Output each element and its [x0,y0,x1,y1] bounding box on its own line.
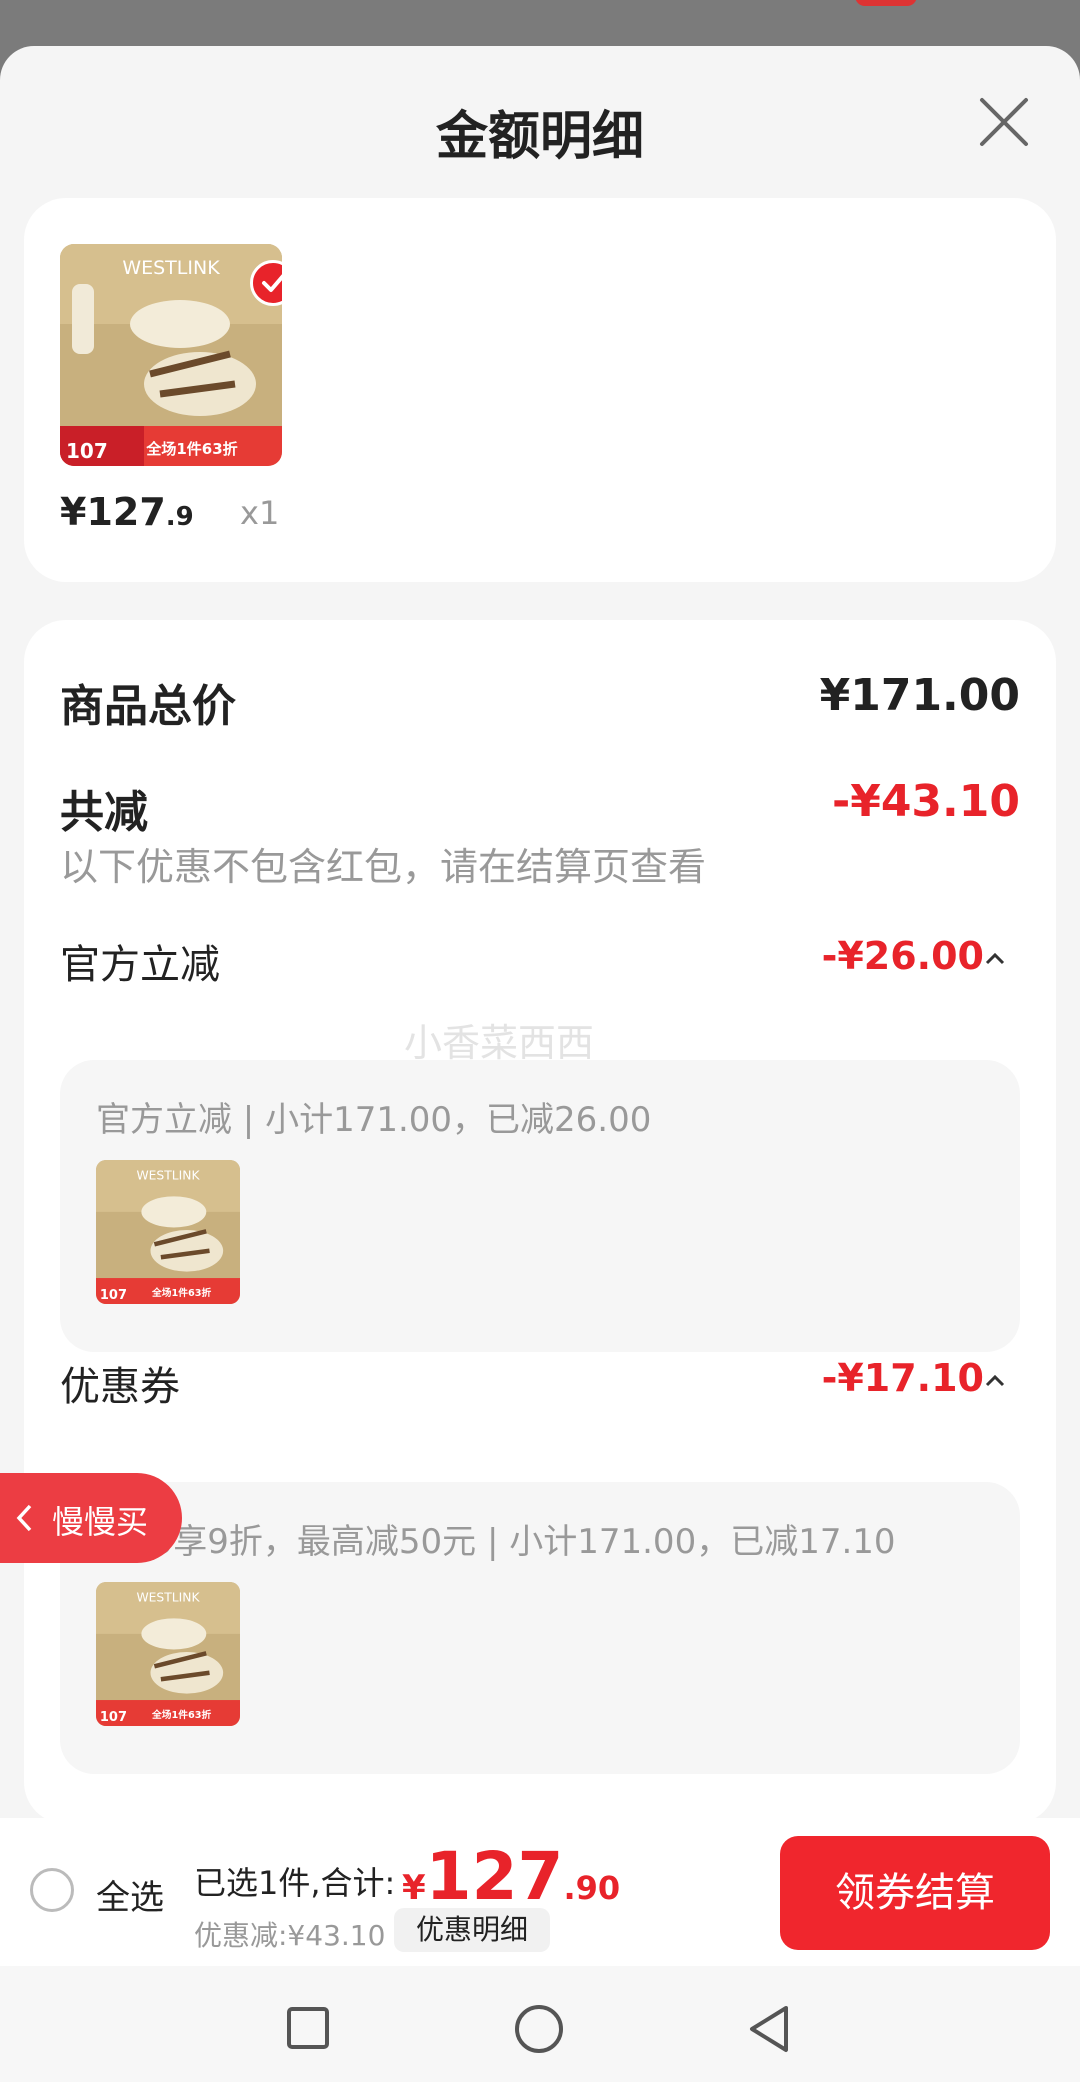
close-icon[interactable] [978,96,1030,148]
watermark: 小香菜西西 [404,1021,595,1065]
checkout-bar: 全选 已选1件,合计: ¥127.90 优惠减:¥43.10 优惠明细 领券结算 [0,1818,1080,1966]
product-promo: 全场1件63折 [151,1286,211,1299]
product-quantity: x1 [240,494,280,532]
system-nav-bar [0,1966,1080,2082]
coupon-product-thumbnail: WESTLINK 107 全场1件63折 [96,1582,240,1726]
official-product-thumbnail: WESTLINK 107 全场1件63折 [96,1160,240,1304]
slow-buy-tag[interactable]: 慢慢买 [0,1473,182,1563]
discount-summary: 优惠减:¥43.10 [194,1919,386,1952]
chevron-left-icon [16,1504,32,1532]
discount-note: 以下优惠不包含红包，请在结算页查看 [60,845,707,889]
selected-count: 已选1件,合计: [194,1864,396,1902]
discount-detail-button[interactable]: 优惠明细 [394,1908,550,1952]
official-reduction-label: 官方立减 [60,942,220,988]
total-price-value: ¥171.00 [819,670,1020,721]
total-price-label: 商品总价 [60,681,236,732]
coupon-label: 优惠券 [60,1364,180,1410]
app-indicator [855,0,917,6]
product-thumbnail[interactable]: WESTLINK 107 全场1件63折 [60,244,282,466]
total-amount: ¥127.90 [402,1838,621,1915]
selected-check-icon[interactable] [250,260,282,306]
sheet-title: 金额明细 [435,107,644,167]
back-icon[interactable] [746,2004,792,2054]
slow-buy-label: 慢慢买 [52,1503,149,1541]
product-brand: WESTLINK [122,257,220,279]
coupon-text: 满50享9折，最高减50元 | 小计171.00，已减17.10 [96,1522,896,1562]
checkout-button[interactable]: 领券结算 [780,1836,1050,1950]
product-badge-price: 107 [66,439,108,463]
discount-label: 共减 [60,787,148,838]
select-all-label[interactable]: 全选 [96,1870,164,1919]
coupon-value[interactable]: -¥17.10 [822,1356,984,1400]
product-promo: 全场1件63折 [145,440,237,458]
product-image: WESTLINK 107 全场1件63折 [96,1582,240,1726]
product-image: WESTLINK 107 全场1件63折 [60,244,282,466]
chevron-up-icon[interactable] [984,1370,1006,1392]
price-summary-card: 商品总价 ¥171.00 共减 -¥43.10 以下优惠不包含红包，请在结算页查… [24,620,1056,1824]
discount-value: -¥43.10 [831,776,1020,827]
official-reduction-text: 官方立减 | 小计171.00，已减26.00 [96,1100,652,1140]
product-promo: 全场1件63折 [151,1708,211,1721]
recent-apps-icon[interactable] [286,2006,330,2050]
official-reduction-detail: 官方立减 | 小计171.00，已减26.00 WESTLINK 107 全场1… [60,1060,1020,1352]
official-reduction-value[interactable]: -¥26.00 [822,934,984,978]
product-card: WESTLINK 107 全场1件63折 ¥127.9 x1 [24,198,1056,582]
coupon-detail: 满50享9折，最高减50元 | 小计171.00，已减17.10 WESTLIN… [60,1482,1020,1774]
product-badge-price: 107 [100,1288,127,1303]
product-price: ¥127.9 [60,490,194,534]
chevron-up-icon[interactable] [984,948,1006,970]
select-all-radio[interactable] [30,1868,74,1912]
amount-detail-sheet: 金额明细 WESTLINK 107 全场1件63折 ¥127.9 x1 商品总价… [0,46,1080,2082]
product-brand: WESTLINK [136,1590,200,1604]
product-badge-price: 107 [100,1710,127,1725]
home-icon[interactable] [514,2004,564,2054]
product-image: WESTLINK 107 全场1件63折 [96,1160,240,1304]
product-brand: WESTLINK [136,1168,200,1182]
